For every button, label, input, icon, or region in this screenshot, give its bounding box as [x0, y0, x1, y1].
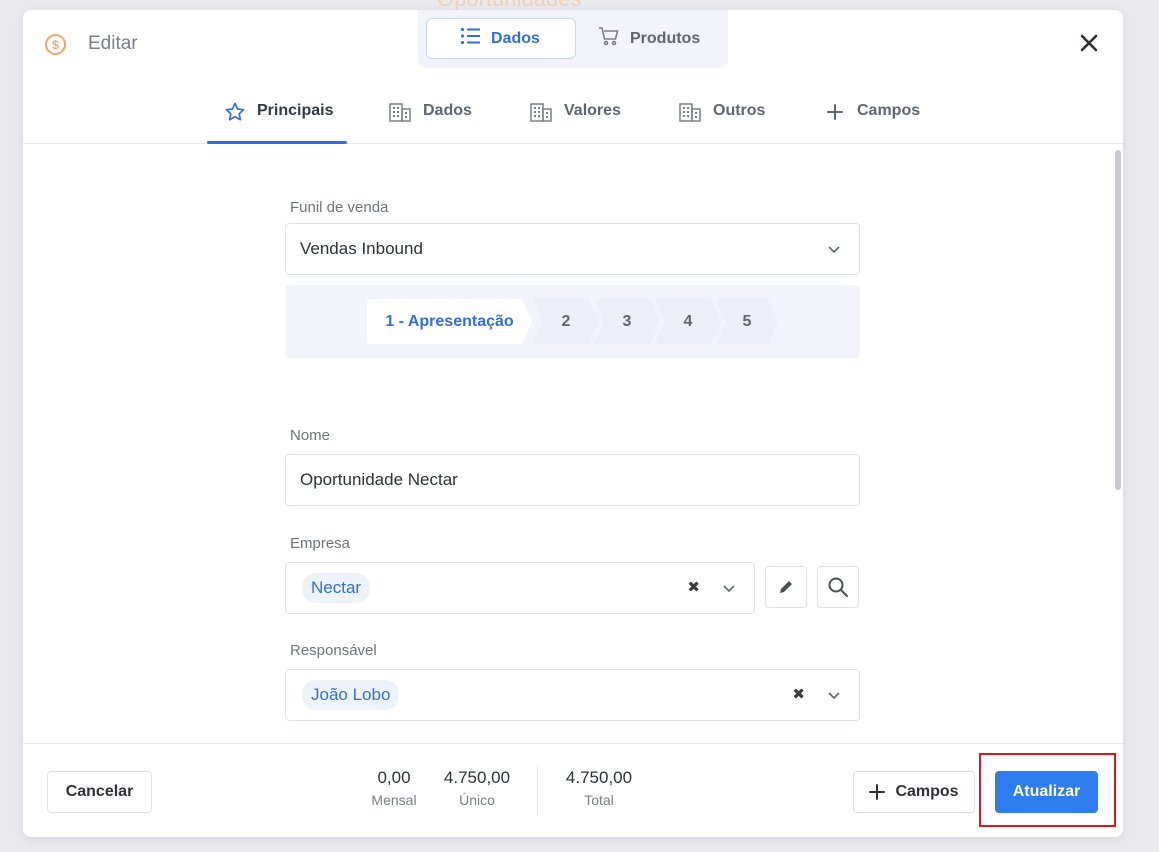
stage-4[interactable]: 4 [655, 299, 721, 344]
edit-empresa-button[interactable] [765, 566, 807, 608]
building-icon [679, 103, 701, 122]
building-icon [389, 103, 411, 122]
plus-icon [869, 784, 886, 800]
total-unico-label: Único [459, 792, 495, 808]
tab-principais-label: Principais [257, 102, 334, 119]
nome-input[interactable]: Oportunidade Nectar [285, 454, 860, 506]
total-mensal-value: 0,00 [377, 768, 411, 787]
stage-pipeline: 1 - Apresentação 2 3 4 5 [285, 285, 860, 358]
total-total-value: 4.750,00 [565, 768, 633, 787]
nome-label: Nome [290, 427, 331, 444]
empresa-clear-icon[interactable]: ✖ [687, 578, 700, 596]
building-icon [530, 103, 552, 122]
nome-value: Oportunidade Nectar [300, 470, 458, 489]
total-unico: 4.750,00 Único [437, 768, 517, 808]
empresa-label: Empresa [290, 535, 351, 552]
toggle-produtos-button[interactable]: Produtos [598, 18, 722, 59]
tab-campos-label: Campos [857, 102, 921, 119]
toggle-dados-button[interactable]: Dados [426, 18, 576, 59]
modal-footer: Cancelar 0,00 Mensal 4.750,00 Único 4.75… [23, 743, 1123, 837]
tab-outros[interactable]: Outros [679, 102, 765, 144]
chevron-down-icon [828, 246, 840, 254]
search-empresa-button[interactable] [817, 566, 859, 608]
modal-header: $ Editar Dados Produtos [23, 10, 1123, 80]
cancel-button[interactable]: Cancelar [47, 771, 152, 813]
tab-campos[interactable]: Campos [825, 102, 920, 144]
total-unico-value: 4.750,00 [443, 768, 511, 787]
dollar-circle-icon: $ [45, 34, 66, 55]
empresa-chip: Nectar [302, 573, 371, 603]
total-mensal-label: Mensal [371, 792, 417, 808]
scrollbar-thumb[interactable] [1115, 150, 1121, 490]
tab-valores[interactable]: Valores [530, 102, 621, 144]
add-campos-button[interactable]: Campos [853, 771, 975, 813]
section-tabs: Principais Dados Valores Outros Campos [23, 80, 1123, 144]
total-mensal: 0,00 Mensal [366, 768, 422, 808]
pencil-icon [780, 581, 792, 593]
close-icon [1080, 34, 1098, 52]
totals-divider [537, 766, 538, 816]
form-content: Funil de venda Vendas Inbound 1 - Aprese… [23, 144, 1123, 744]
responsavel-select[interactable]: João Lobo ✖ [285, 669, 860, 721]
list-icon [461, 27, 481, 50]
tab-dados-label: Dados [423, 102, 472, 119]
chevron-down-icon [828, 692, 840, 700]
plus-icon [827, 104, 843, 120]
scrollbar[interactable] [1115, 150, 1122, 490]
responsavel-chip: João Lobo [302, 680, 400, 710]
star-icon [225, 102, 245, 121]
stage-1[interactable]: 1 - Apresentação [367, 299, 532, 344]
funil-value: Vendas Inbound [300, 239, 423, 258]
close-button[interactable] [1077, 32, 1101, 56]
cart-icon [598, 26, 620, 51]
stage-2[interactable]: 2 [533, 299, 599, 344]
add-campos-label: Campos [895, 783, 959, 800]
toggle-dados-label: Dados [491, 29, 540, 47]
responsavel-clear-icon[interactable]: ✖ [792, 685, 805, 703]
total-total: 4.750,00 Total [558, 768, 640, 808]
chevron-down-icon [723, 585, 735, 593]
update-button[interactable]: Atualizar [995, 771, 1098, 813]
view-toggle: Dados Produtos [418, 10, 728, 68]
edit-modal: $ Editar Dados Produtos Principais Dados… [23, 10, 1123, 837]
modal-title: Editar [88, 33, 138, 54]
responsavel-label: Responsável [290, 642, 377, 659]
tab-dados[interactable]: Dados [389, 102, 472, 144]
stage-3[interactable]: 3 [594, 299, 660, 344]
search-icon [828, 577, 848, 597]
stage-5[interactable]: 5 [716, 299, 778, 344]
tab-valores-label: Valores [564, 102, 621, 119]
toggle-produtos-label: Produtos [630, 29, 701, 47]
tab-outros-label: Outros [713, 102, 766, 119]
empresa-select[interactable]: Nectar ✖ [285, 562, 755, 614]
funil-label: Funil de venda [290, 199, 389, 216]
tab-principais[interactable]: Principais [206, 102, 349, 144]
funil-select[interactable]: Vendas Inbound [285, 223, 860, 275]
total-total-label: Total [584, 792, 614, 808]
